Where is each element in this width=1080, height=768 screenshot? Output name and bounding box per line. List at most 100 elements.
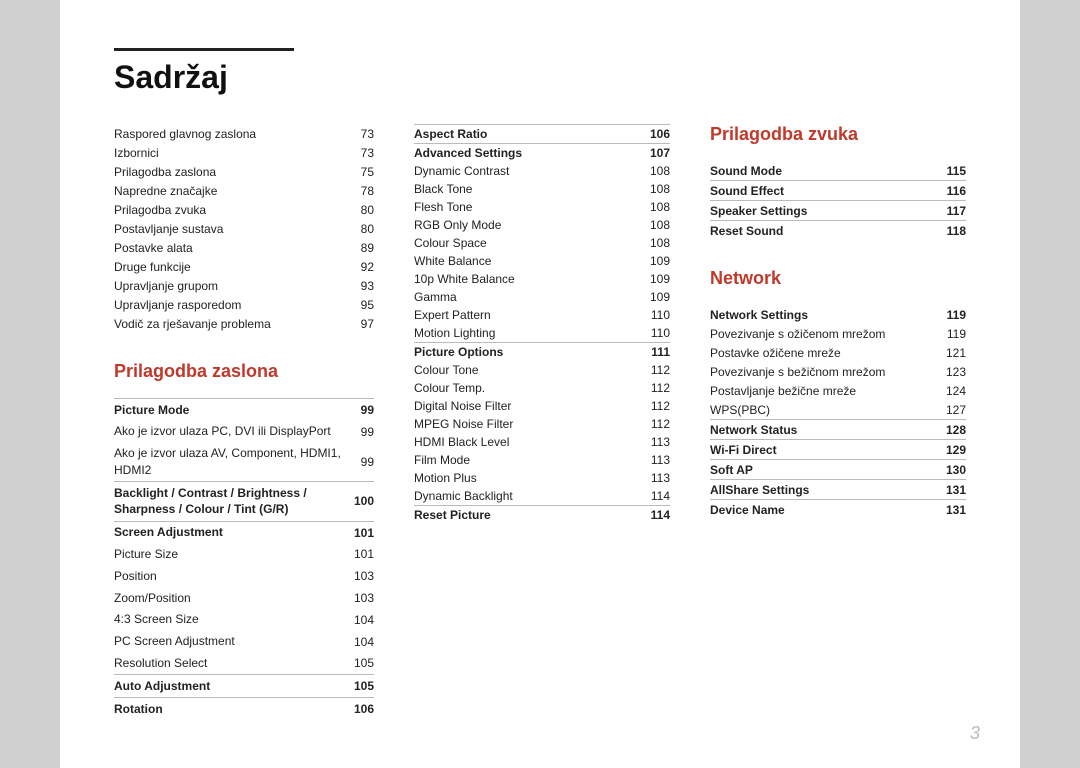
list-item: 4:3 Screen Size104 <box>114 609 374 631</box>
list-item: Povezivanje s ožičenom mrežom119 <box>710 324 966 343</box>
item-page: 108 <box>630 198 670 216</box>
list-item: Colour Space108 <box>414 234 670 252</box>
item-page: 118 <box>924 221 966 241</box>
item-label: Network Settings <box>710 305 940 324</box>
item-page: 107 <box>630 144 670 163</box>
item-label: Prilagodba zvuka <box>114 200 343 219</box>
item-label: MPEG Noise Filter <box>414 415 630 433</box>
item-page: 130 <box>940 460 966 480</box>
item-page: 101 <box>346 544 374 566</box>
item-page: 99 <box>346 421 374 443</box>
list-item: Napredne značajke78 <box>114 181 374 200</box>
list-item: Vodič za rješavanje problema97 <box>114 314 374 333</box>
list-item: Aspect Ratio106 <box>414 125 670 144</box>
item-page: 127 <box>940 400 966 420</box>
item-page: 101 <box>346 521 374 543</box>
item-label: Black Tone <box>414 180 630 198</box>
item-label: Screen Adjustment <box>114 521 346 543</box>
list-item: Picture Mode99 <box>114 399 374 421</box>
list-item: Auto Adjustment105 <box>114 675 374 698</box>
item-label: White Balance <box>414 252 630 270</box>
item-page: 109 <box>630 252 670 270</box>
list-item: Ako je izvor ulaza PC, DVI ili DisplayPo… <box>114 421 374 443</box>
item-label: Soft AP <box>710 460 940 480</box>
item-page: 113 <box>630 433 670 451</box>
item-label: Upravljanje rasporedom <box>114 295 343 314</box>
item-page: 108 <box>630 234 670 252</box>
item-page: 108 <box>630 180 670 198</box>
list-item: Digital Noise Filter112 <box>414 397 670 415</box>
item-page: 109 <box>630 288 670 306</box>
list-item: Postavljanje bežične mreže124 <box>710 381 966 400</box>
prilagodba-zvuka-heading: Prilagodba zvuka <box>710 124 966 149</box>
item-page: 110 <box>630 324 670 343</box>
item-page: 128 <box>940 420 966 440</box>
item-page: 80 <box>343 200 374 219</box>
item-page: 112 <box>630 379 670 397</box>
item-page: 113 <box>630 469 670 487</box>
list-item: Expert Pattern110 <box>414 306 670 324</box>
item-label: Reset Sound <box>710 221 924 241</box>
list-item: Druge funkcije92 <box>114 257 374 276</box>
list-item: Reset Sound118 <box>710 221 966 241</box>
list-item: Sound Effect116 <box>710 181 966 201</box>
item-label: Aspect Ratio <box>414 125 630 144</box>
list-item: AllShare Settings131 <box>710 480 966 500</box>
item-page: 112 <box>630 397 670 415</box>
page: Sadržaj Raspored glavnog zaslona73Izborn… <box>60 0 1020 768</box>
list-item: Prilagodba zvuka80 <box>114 200 374 219</box>
item-label: Sound Effect <box>710 181 924 201</box>
item-page: 115 <box>924 161 966 181</box>
item-label: Colour Temp. <box>414 379 630 397</box>
list-item: Soft AP130 <box>710 460 966 480</box>
item-page: 121 <box>940 343 966 362</box>
item-page: 78 <box>343 181 374 200</box>
item-label: Gamma <box>414 288 630 306</box>
list-item: Ako je izvor ulaza AV, Component, HDMI1,… <box>114 443 374 482</box>
item-label: Position <box>114 565 346 587</box>
item-page: 89 <box>343 238 374 257</box>
section-prilagodba-zaslona-heading: Prilagodba zaslona <box>114 361 374 386</box>
item-page: 106 <box>346 698 374 720</box>
list-item: Dynamic Contrast108 <box>414 162 670 180</box>
list-item: PC Screen Adjustment104 <box>114 631 374 653</box>
item-label: Napredne značajke <box>114 181 343 200</box>
item-page: 108 <box>630 162 670 180</box>
item-label: Auto Adjustment <box>114 675 346 698</box>
item-page: 99 <box>346 443 374 482</box>
item-label: Advanced Settings <box>414 144 630 163</box>
item-label: Colour Space <box>414 234 630 252</box>
list-item: Zoom/Position103 <box>114 587 374 609</box>
list-item: Upravljanje rasporedom95 <box>114 295 374 314</box>
item-label: 4:3 Screen Size <box>114 609 346 631</box>
list-item: Raspored glavnog zaslona73 <box>114 124 374 143</box>
item-label: Ako je izvor ulaza AV, Component, HDMI1,… <box>114 443 346 482</box>
page-number: 3 <box>970 723 980 744</box>
item-label: Vodič za rješavanje problema <box>114 314 343 333</box>
item-page: 110 <box>630 306 670 324</box>
list-item: Motion Lighting110 <box>414 324 670 343</box>
list-item: Speaker Settings117 <box>710 201 966 221</box>
item-page: 113 <box>630 451 670 469</box>
list-item: Film Mode113 <box>414 451 670 469</box>
item-label: Izbornici <box>114 143 343 162</box>
item-page: 108 <box>630 216 670 234</box>
list-item: Upravljanje grupom93 <box>114 276 374 295</box>
item-page: 123 <box>940 362 966 381</box>
item-page: 73 <box>343 124 374 143</box>
item-page: 100 <box>346 482 374 522</box>
item-label: Povezivanje s bežičnom mrežom <box>710 362 940 381</box>
item-page: 103 <box>346 587 374 609</box>
item-label: Ako je izvor ulaza PC, DVI ili DisplayPo… <box>114 421 346 443</box>
list-item: Motion Plus113 <box>414 469 670 487</box>
col-right: Prilagodba zvuka Sound Mode115Sound Effe… <box>710 124 966 519</box>
list-item: Wi-Fi Direct129 <box>710 440 966 460</box>
item-label: Wi-Fi Direct <box>710 440 940 460</box>
item-page: 131 <box>940 480 966 500</box>
item-label: Speaker Settings <box>710 201 924 221</box>
item-page: 97 <box>343 314 374 333</box>
item-label: Motion Plus <box>414 469 630 487</box>
item-label: Rotation <box>114 698 346 720</box>
item-label: AllShare Settings <box>710 480 940 500</box>
item-label: Povezivanje s ožičenom mrežom <box>710 324 940 343</box>
